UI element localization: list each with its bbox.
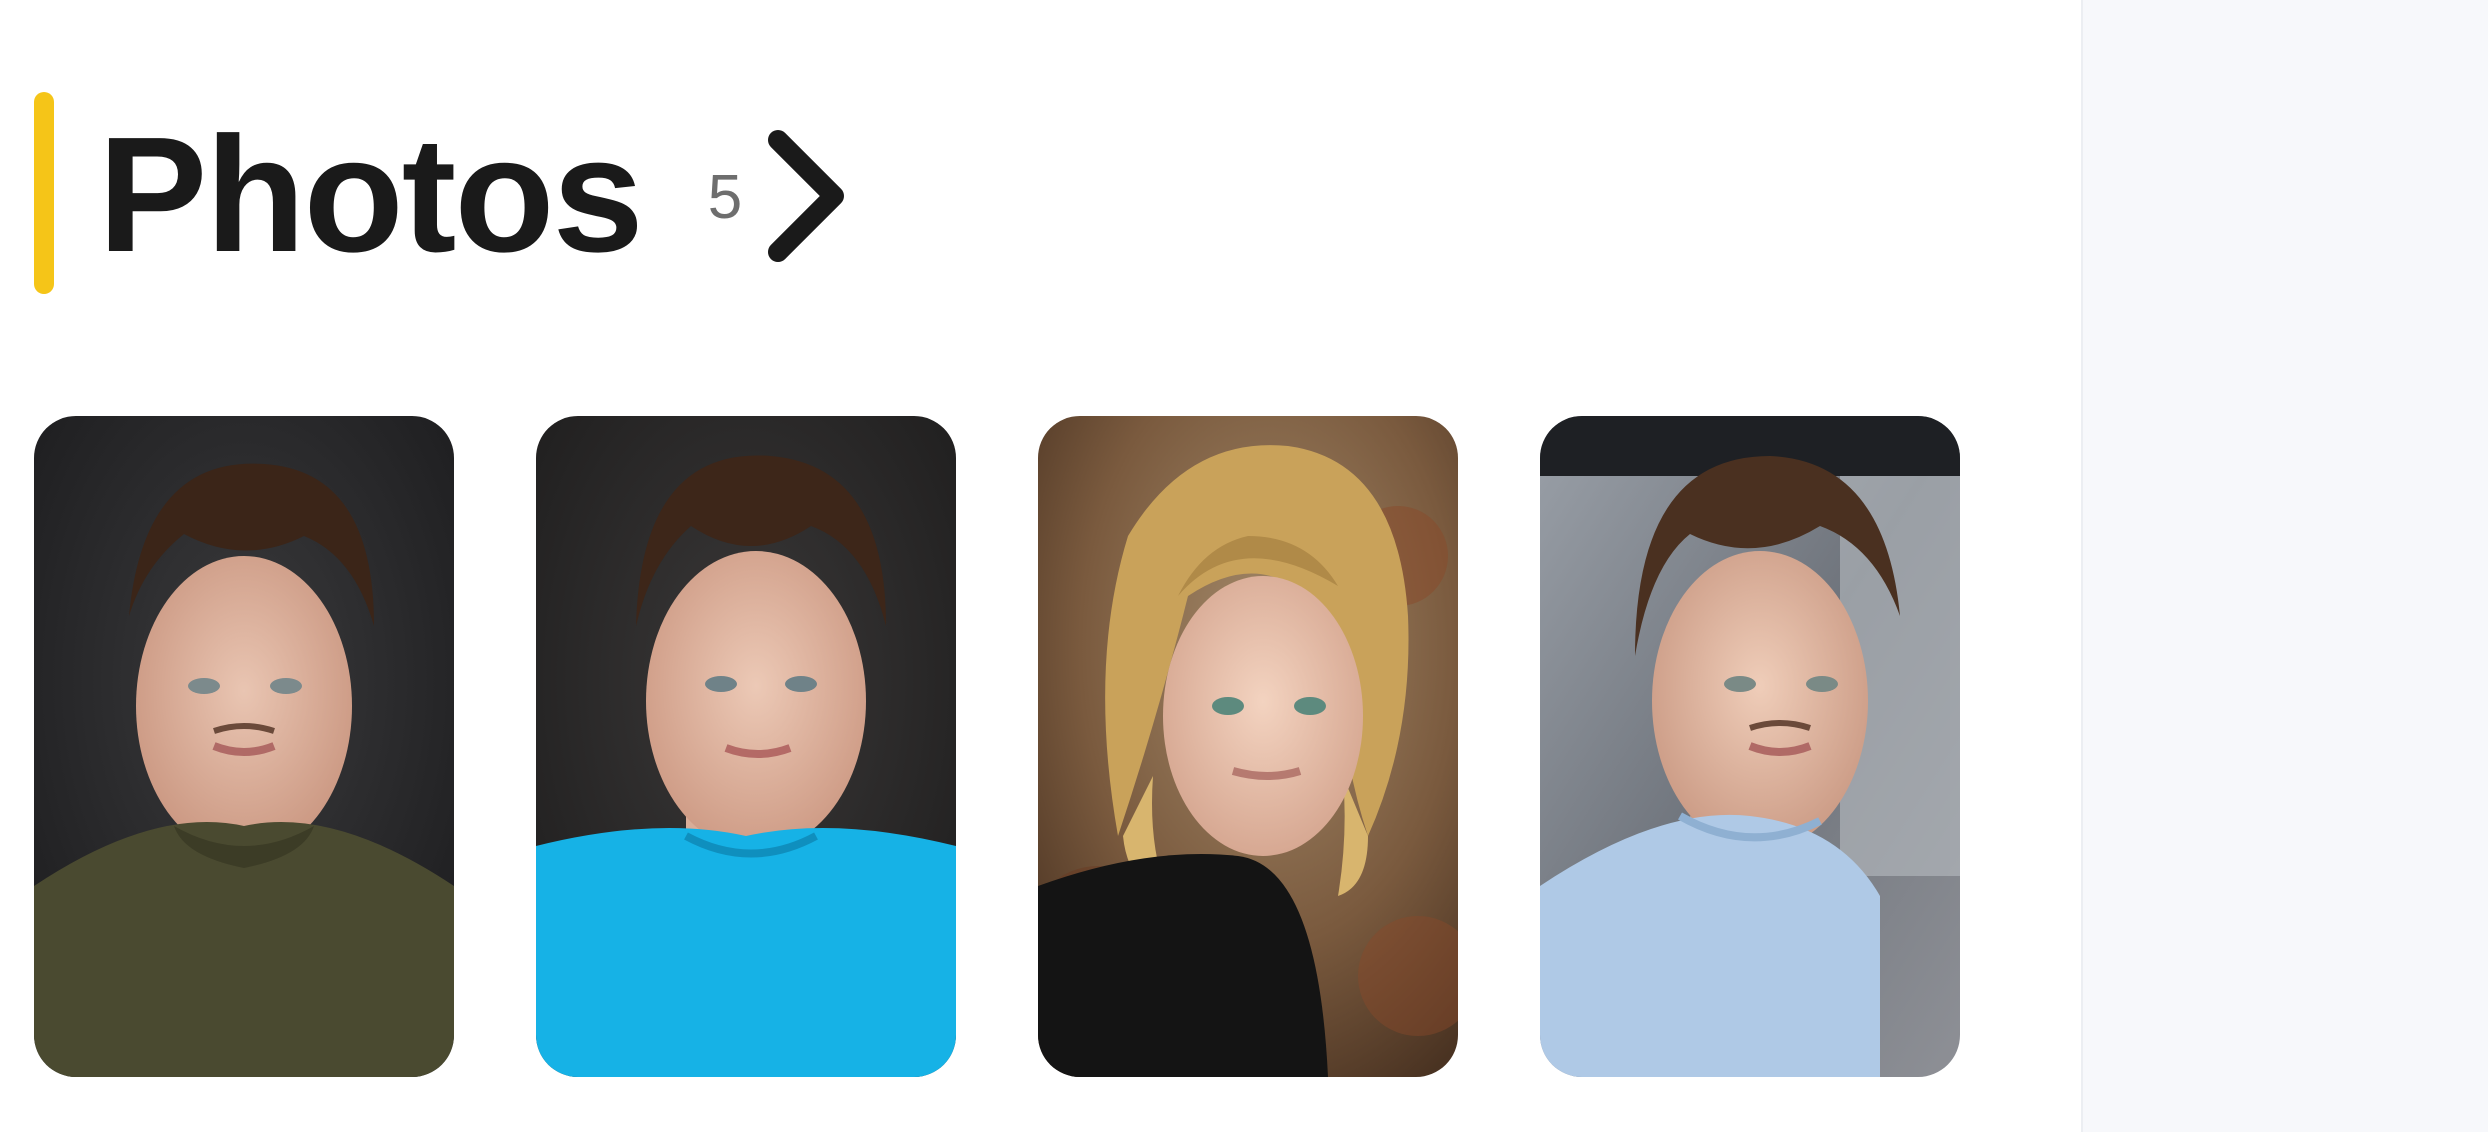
right-sidebar [2081,0,2488,1132]
photos-section-header[interactable]: Photos 5 [34,92,850,294]
section-title[interactable]: Photos [98,113,644,277]
photo-thumbnail[interactable] [1540,416,1960,1077]
chevron-right-icon[interactable] [762,126,850,266]
photo-image [1540,416,1960,1077]
photo-strip [34,416,1960,1077]
photo-count: 5 [707,162,743,232]
photo-thumbnail[interactable] [1038,416,1458,1077]
photo-image [34,416,454,1077]
photo-image [536,416,956,1077]
section-accent-bar [34,92,54,294]
main-panel: Photos 5 [0,0,2081,1132]
photo-thumbnail[interactable] [34,416,454,1077]
photo-image [1038,416,1458,1077]
photo-thumbnail[interactable] [536,416,956,1077]
